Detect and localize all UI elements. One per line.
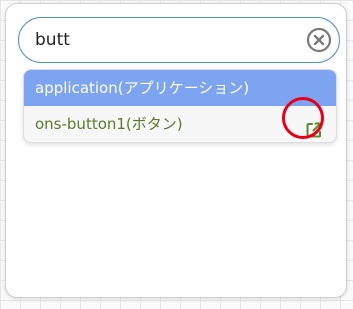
search-box[interactable] xyxy=(18,17,340,63)
search-input[interactable] xyxy=(35,18,295,61)
search-panel: application(アプリケーション) ons-button1(ボタン) xyxy=(5,3,347,298)
result-item-ons-button1[interactable]: ons-button1(ボタン) xyxy=(24,106,336,142)
open-external-button[interactable] xyxy=(305,116,323,138)
result-item-label: ons-button1(ボタン) xyxy=(35,115,183,133)
results-list: application(アプリケーション) ons-button1(ボタン) xyxy=(23,69,337,143)
clear-circle-x-icon[interactable] xyxy=(306,27,332,53)
clear-search-button[interactable] xyxy=(306,27,332,53)
result-item-label: application(アプリケーション) xyxy=(35,79,250,97)
result-item-application[interactable]: application(アプリケーション) xyxy=(24,70,336,106)
external-link-icon[interactable] xyxy=(305,121,323,139)
